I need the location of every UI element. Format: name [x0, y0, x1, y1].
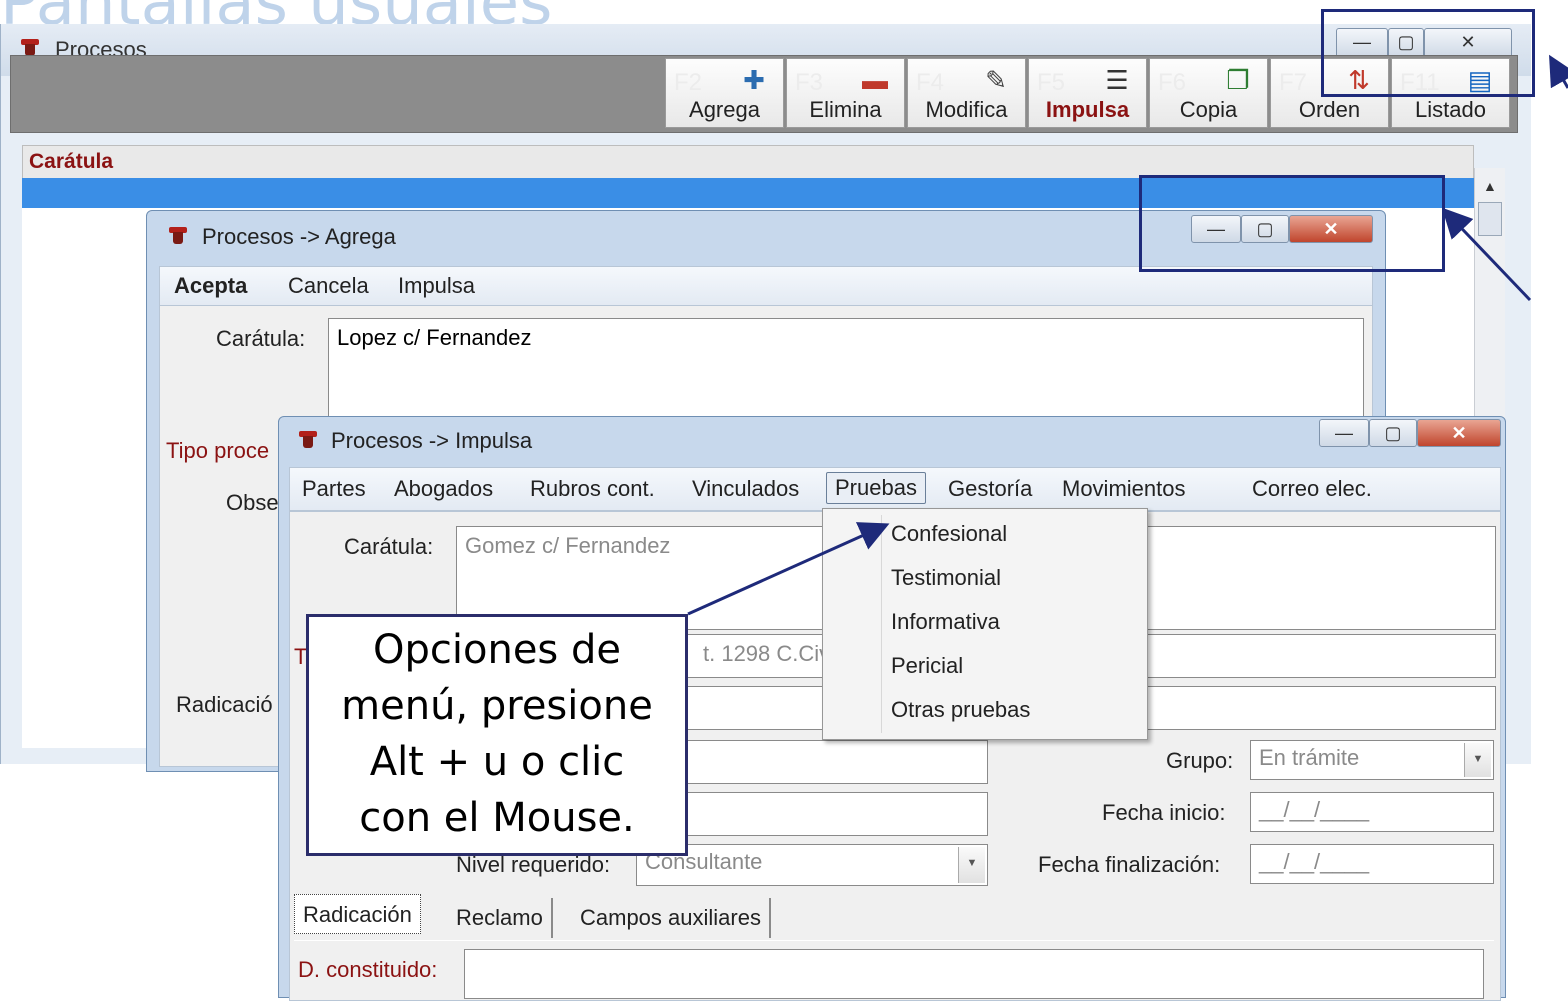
pointer-arrow-icon — [1549, 54, 1568, 89]
pointer-arrow-icon — [1441, 207, 1532, 302]
callout-arrow-icon — [687, 522, 890, 616]
annotation-arrows — [687, 54, 1568, 616]
